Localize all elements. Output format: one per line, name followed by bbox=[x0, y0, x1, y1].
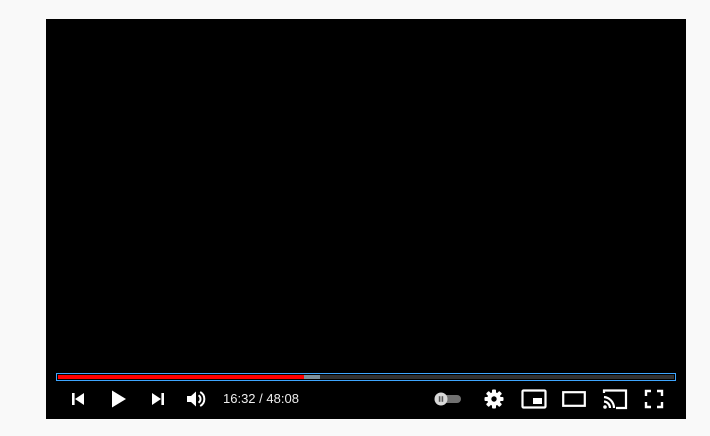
duration: 48:08 bbox=[266, 391, 299, 406]
progress-played bbox=[58, 375, 305, 379]
play-button[interactable] bbox=[104, 385, 132, 413]
next-icon bbox=[152, 393, 164, 405]
settings-button[interactable] bbox=[480, 385, 508, 413]
miniplayer-button[interactable] bbox=[520, 385, 548, 413]
theater-mode-icon bbox=[562, 391, 586, 407]
miniplayer-icon bbox=[521, 389, 547, 409]
cast-icon bbox=[602, 389, 628, 410]
previous-button[interactable] bbox=[64, 385, 92, 413]
time-display: 16:32 / 48:08 bbox=[223, 385, 299, 413]
next-button[interactable] bbox=[144, 385, 172, 413]
video-player[interactable]: 16:32 / 48:08 bbox=[46, 19, 686, 419]
play-icon bbox=[112, 390, 126, 408]
cast-button[interactable] bbox=[600, 385, 630, 413]
previous-icon bbox=[72, 393, 84, 405]
player-controls: 16:32 / 48:08 bbox=[46, 385, 686, 413]
time-separator: / bbox=[255, 391, 267, 406]
fullscreen-button[interactable] bbox=[640, 385, 668, 413]
current-time: 16:32 bbox=[223, 391, 256, 406]
fullscreen-icon bbox=[644, 389, 664, 409]
progress-bar[interactable] bbox=[56, 373, 676, 381]
theater-mode-button[interactable] bbox=[560, 385, 588, 413]
autoplay-toggle[interactable] bbox=[432, 385, 464, 413]
autoplay-toggle-icon bbox=[434, 392, 461, 406]
gear-icon bbox=[484, 389, 504, 409]
volume-icon bbox=[187, 391, 206, 407]
progress-track bbox=[58, 375, 674, 379]
volume-button[interactable] bbox=[183, 385, 211, 413]
